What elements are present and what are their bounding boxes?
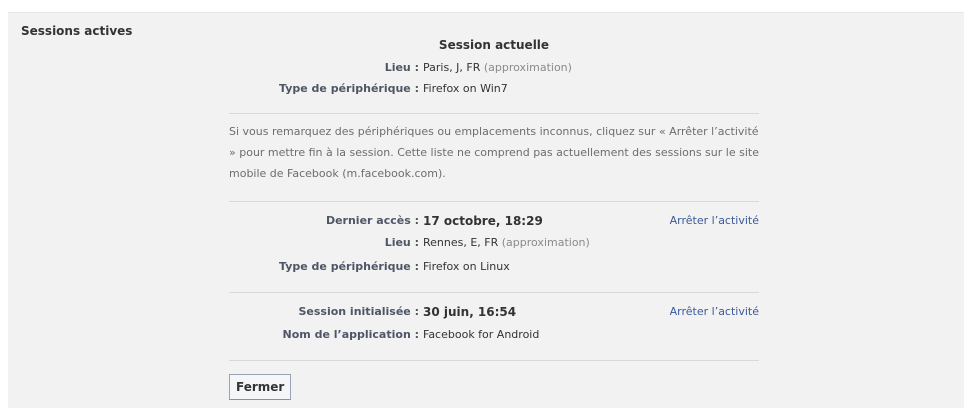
last-access-label: Dernier accès : [325,214,419,227]
app-name-label: Nom de l’application : [282,328,419,341]
divider [229,360,759,361]
current-session-device-row: Type de périphérique : Firefox on Win7 [229,80,759,98]
device-type-label: Type de périphérique : [279,260,419,273]
end-activity-link[interactable]: Arrêter l’activité [670,212,759,230]
last-access-value: 17 octobre, 18:29 [423,214,543,228]
end-activity-link[interactable]: Arrêter l’activité [670,303,759,321]
app-name-value: Facebook for Android [423,328,540,341]
section-title: Sessions actives [21,24,133,38]
close-button[interactable]: Fermer [229,374,292,400]
current-session-location-row: Lieu : Paris, J, FR (approximation) [229,59,759,77]
active-sessions-panel: Sessions actives Session actuelle Lieu :… [8,12,964,408]
approximation-note: (approximation) [501,236,590,249]
session-app-name-row: Nom de l’application : Facebook for Andr… [229,326,759,344]
device-type-label: Type de périphérique : [279,82,419,95]
current-session-title: Session actuelle [438,38,550,52]
session-location-row: Lieu : Rennes, E, FR (approximation) [229,234,759,252]
device-type-value: Firefox on Win7 [423,82,508,95]
session-started-value: 30 juin, 16:54 [423,305,517,319]
session-started-row: Session initialisée : 30 juin, 16:54 Arr… [229,303,759,321]
sessions-info-text: Si vous remarquez des périphériques ou e… [229,125,759,180]
location-label: Lieu : [384,61,419,74]
session-last-access-row: Dernier accès : 17 octobre, 18:29 Arrête… [229,212,759,230]
session-device-row: Type de périphérique : Firefox on Linux [229,258,759,276]
location-label: Lieu : [384,236,419,249]
location-value: Paris, J, FR (approximation) [423,61,572,74]
approximation-note: (approximation) [483,61,572,74]
divider [229,201,759,202]
device-type-value: Firefox on Linux [423,260,510,273]
session-started-label: Session initialisée : [298,305,419,318]
divider [229,292,759,293]
divider [229,113,759,114]
location-value: Rennes, E, FR (approximation) [423,236,590,249]
